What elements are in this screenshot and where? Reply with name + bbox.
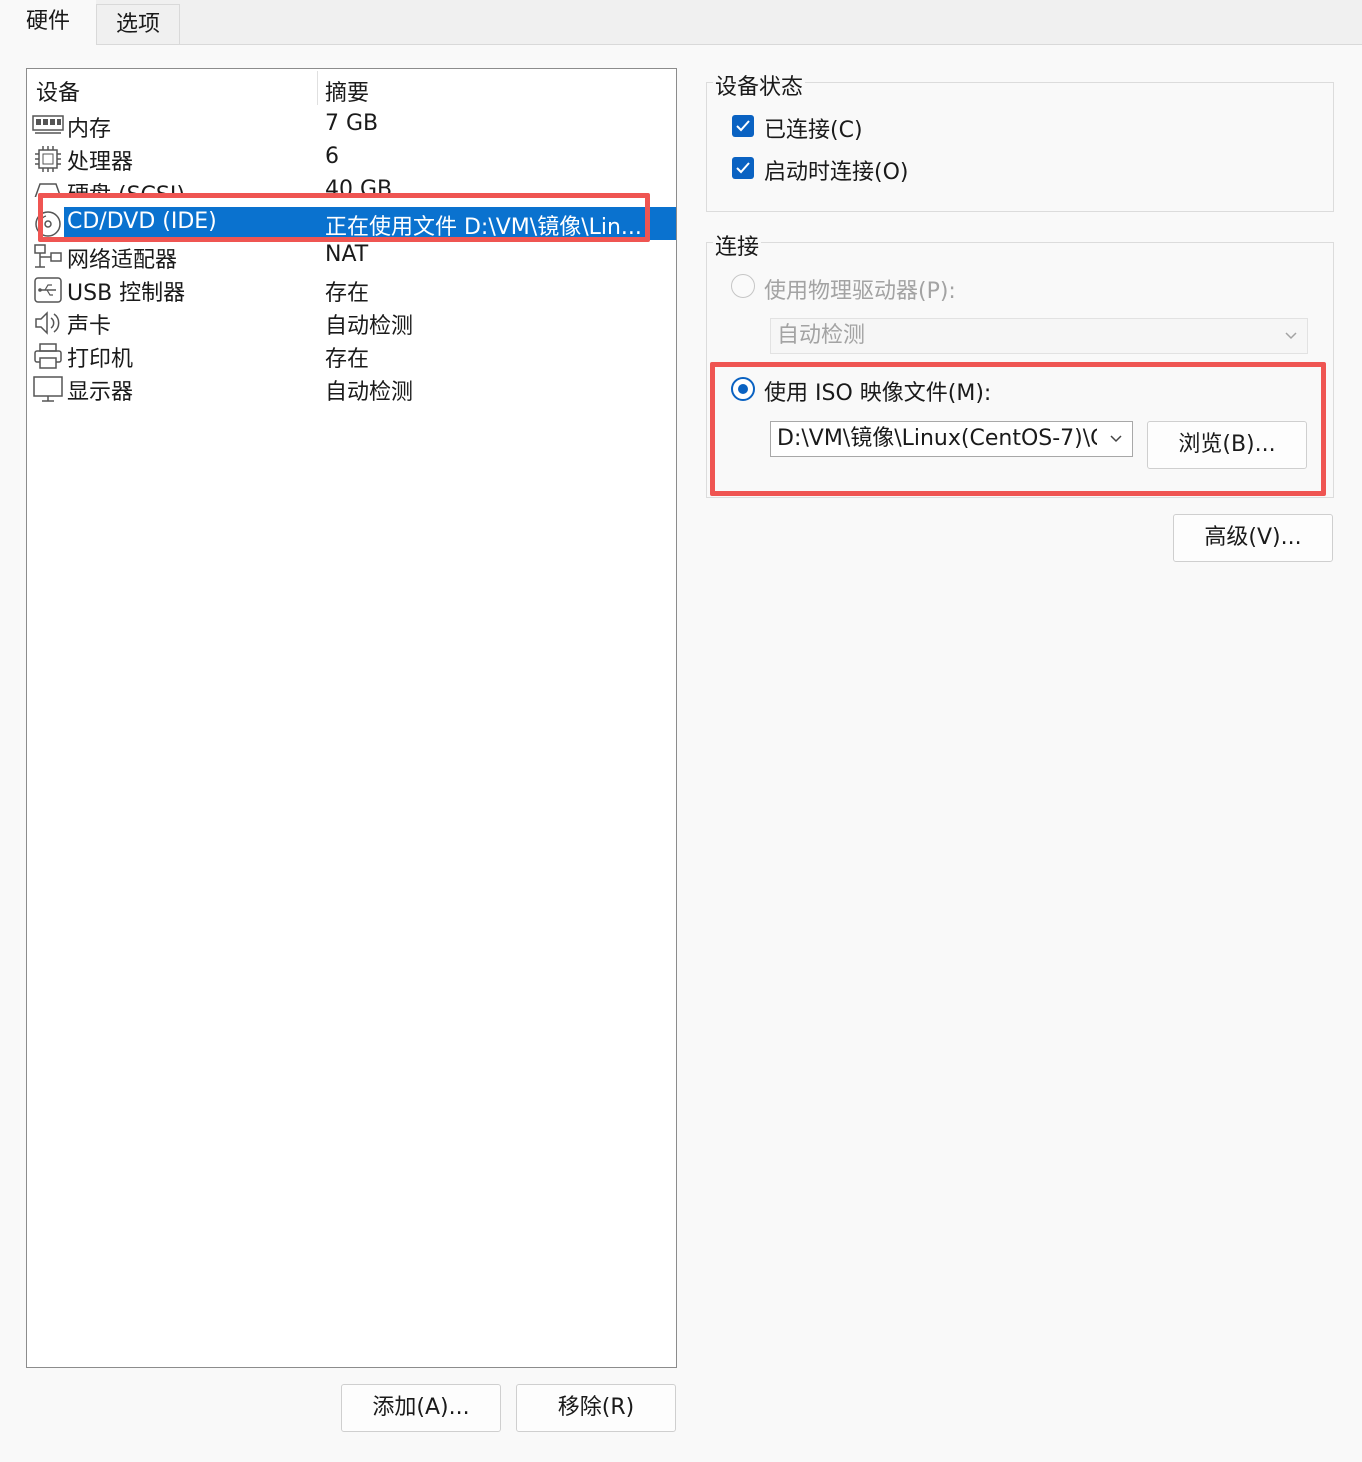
- physical-drive-select[interactable]: 自动检测: [770, 318, 1308, 354]
- check-icon: [736, 120, 750, 132]
- device-row-display[interactable]: 显示器 自动检测: [27, 372, 676, 405]
- device-name: 网络适配器: [67, 248, 178, 273]
- device-list-header: 设备 摘要: [27, 69, 676, 109]
- device-name: 内存: [67, 117, 112, 142]
- memory-icon: [32, 112, 64, 140]
- tab-hardware[interactable]: 硬件: [0, 0, 96, 46]
- annotation-box-cd-dvd: [38, 193, 650, 242]
- printer-icon: [32, 342, 64, 370]
- column-header-summary[interactable]: 摘要: [325, 75, 369, 107]
- connect-at-power-on-checkbox[interactable]: [732, 157, 754, 179]
- physical-drive-select-value: 自动检测: [777, 323, 866, 348]
- device-name: USB 控制器: [67, 281, 186, 306]
- device-row-usb[interactable]: USB 控制器 存在: [27, 273, 676, 306]
- usb-icon: [32, 276, 64, 304]
- device-list[interactable]: 设备 摘要 内存 7 GB 处理器 6 硬盘 (SCSI) 40 GB CD/D…: [26, 68, 677, 1368]
- check-icon: [736, 162, 750, 174]
- device-row-memory[interactable]: 内存 7 GB: [27, 109, 676, 142]
- remove-button[interactable]: 移除(R): [516, 1384, 676, 1432]
- connected-label[interactable]: 已连接(C): [764, 112, 863, 144]
- device-summary: NAT: [325, 242, 369, 267]
- device-row-sound-card[interactable]: 声卡 自动检测: [27, 306, 676, 339]
- physical-drive-radio[interactable]: [731, 274, 755, 298]
- chevron-down-icon: [1285, 332, 1297, 340]
- device-name: 声卡: [67, 314, 112, 339]
- connect-at-power-on-label[interactable]: 启动时连接(O): [764, 154, 908, 186]
- processor-icon: [32, 145, 64, 173]
- column-header-device[interactable]: 设备: [36, 75, 80, 107]
- advanced-button[interactable]: 高级(V)...: [1173, 514, 1333, 562]
- annotation-box-iso-image: [710, 362, 1326, 496]
- speaker-icon: [32, 309, 64, 337]
- device-summary: 自动检测: [325, 314, 414, 339]
- device-summary: 7 GB: [325, 111, 379, 136]
- tab-options[interactable]: 选项: [96, 4, 180, 44]
- device-summary: 6: [325, 144, 339, 169]
- device-name: 显示器: [67, 380, 134, 405]
- device-status-title: 设备状态: [713, 69, 806, 101]
- device-row-network-adapter[interactable]: 网络适配器 NAT: [27, 240, 676, 273]
- device-row-processor[interactable]: 处理器 6: [27, 142, 676, 175]
- device-row-printer[interactable]: 打印机 存在: [27, 339, 676, 372]
- physical-drive-label[interactable]: 使用物理驱动器(P):: [764, 273, 956, 305]
- connected-checkbox[interactable]: [732, 115, 754, 137]
- network-adapter-icon: [32, 243, 64, 271]
- device-status-group: [706, 82, 1334, 212]
- add-button[interactable]: 添加(A)...: [341, 1384, 501, 1432]
- tab-bar: 硬件 选项: [0, 0, 1362, 46]
- device-summary: 存在: [325, 281, 370, 306]
- column-separator[interactable]: [317, 71, 318, 105]
- device-summary: 存在: [325, 347, 370, 372]
- display-icon: [32, 375, 64, 403]
- device-name: 打印机: [67, 347, 134, 372]
- device-summary: 自动检测: [325, 380, 414, 405]
- connection-title: 连接: [713, 229, 762, 261]
- device-name: 处理器: [67, 150, 134, 175]
